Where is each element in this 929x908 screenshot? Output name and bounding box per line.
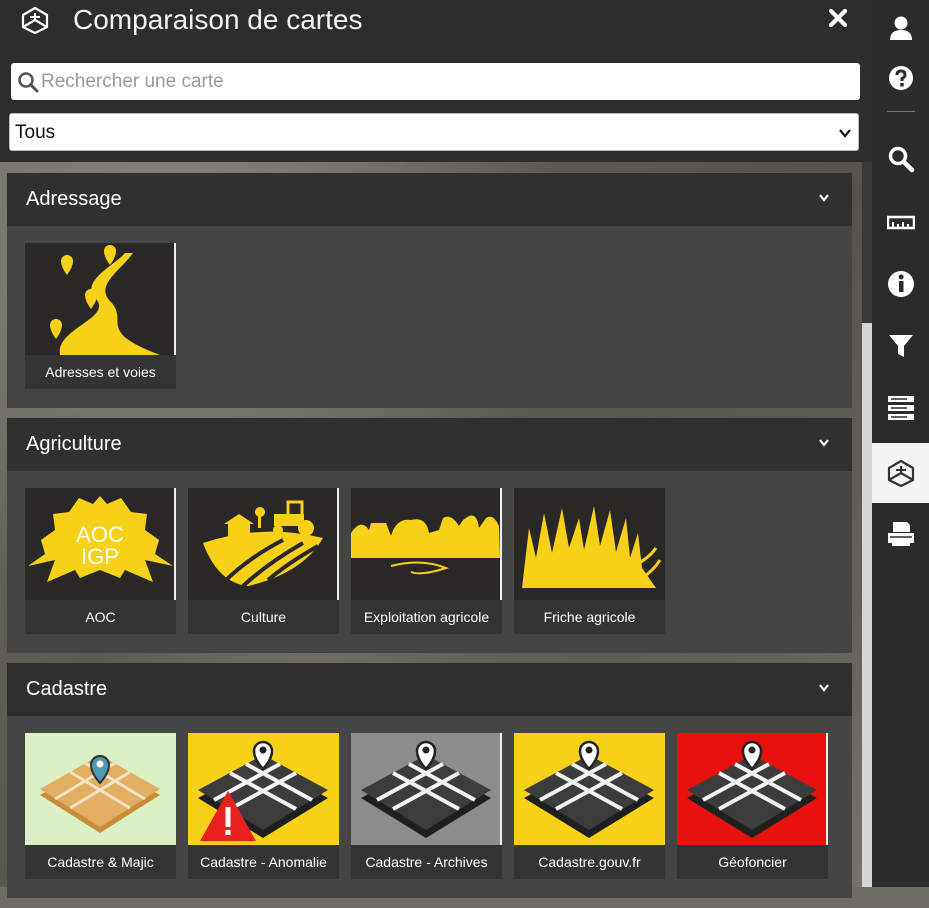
igp-text: IGP xyxy=(81,544,119,569)
map-thumbnail xyxy=(514,733,665,845)
category-name: Cadastre xyxy=(26,678,108,700)
category-header[interactable]: Adressage xyxy=(7,173,852,226)
map-card[interactable]: Adresses et voies xyxy=(25,243,176,389)
layers-list-icon xyxy=(888,396,914,420)
category-filter-value: Tous xyxy=(15,122,56,143)
category-body: AOC IGP AOC Culture Exploitation agricol… xyxy=(7,471,852,653)
map-thumbnail xyxy=(188,488,339,600)
map-card[interactable]: AOC IGP AOC xyxy=(25,488,176,634)
map-thumbnail xyxy=(351,488,502,600)
map-card-label: Adresses et voies xyxy=(25,355,176,389)
category-body: Cadastre & Majic Cadastre - Anomalie Cad… xyxy=(7,716,852,898)
map-thumbnail xyxy=(25,733,176,845)
toolbar-layers-button[interactable] xyxy=(872,380,929,436)
map-thumbnail: AOC IGP xyxy=(25,488,176,600)
search-icon xyxy=(18,72,39,93)
map-card-label: Cadastre & Majic xyxy=(25,845,176,879)
map-card-label: Géofoncier xyxy=(677,845,828,879)
category-name: Adressage xyxy=(26,188,122,210)
search-box xyxy=(11,63,860,100)
map-thumbnail xyxy=(677,733,828,845)
map-card-label: Friche agricole xyxy=(514,600,665,634)
scrollbar-thumb[interactable] xyxy=(862,323,872,887)
map-card-label: Cadastre - Archives xyxy=(351,845,502,879)
map-compare-icon xyxy=(21,6,49,35)
toolbar-compare-button[interactable] xyxy=(872,443,929,503)
chevron-down-icon xyxy=(839,129,851,138)
toolbar-measure-button[interactable] xyxy=(872,194,929,250)
panel-header: Comparaison de cartes xyxy=(0,0,872,50)
search-input[interactable] xyxy=(41,63,851,100)
help-icon xyxy=(889,66,913,90)
close-icon[interactable] xyxy=(824,4,852,32)
map-card[interactable]: Cadastre - Archives xyxy=(351,733,502,879)
info-icon xyxy=(888,271,914,297)
chevron-down-icon xyxy=(819,194,829,202)
map-card[interactable]: Cadastre.gouv.fr xyxy=(514,733,665,879)
toolbar-help-button[interactable] xyxy=(872,50,929,106)
map-card-label: AOC xyxy=(25,600,176,634)
map-compare-panel: Comparaison de cartes Tous Adressage xyxy=(0,0,872,898)
map-thumbnail xyxy=(351,733,502,845)
toolbar-search-button[interactable] xyxy=(872,131,929,187)
map-thumbnail xyxy=(514,488,665,600)
toolbar-separator xyxy=(887,111,915,112)
map-card-label: Cadastre - Anomalie xyxy=(188,845,339,879)
category-list: Adressage Adresses et voies Agriculture … xyxy=(7,173,852,908)
chevron-down-icon xyxy=(819,684,829,692)
chevron-down-icon xyxy=(819,439,829,447)
toolbar-filter-button[interactable] xyxy=(872,318,929,374)
map-card[interactable]: Friche agricole xyxy=(514,488,665,634)
map-card[interactable]: Culture xyxy=(188,488,339,634)
category-body: Adresses et voies xyxy=(7,226,852,408)
toolbar-user-button[interactable] xyxy=(872,0,929,56)
user-icon xyxy=(890,16,912,40)
category-cadastre: Cadastre Cadastre & Majic Cadastre - Ano… xyxy=(7,663,852,898)
toolbar-info-button[interactable] xyxy=(872,256,929,312)
print-icon xyxy=(888,522,914,546)
map-card[interactable]: Cadastre - Anomalie xyxy=(188,733,339,879)
map-compare-icon xyxy=(887,459,915,487)
ruler-icon xyxy=(887,215,915,230)
category-filter-select[interactable]: Tous xyxy=(9,113,859,151)
search-icon xyxy=(888,146,915,173)
panel-title: Comparaison de cartes xyxy=(73,4,363,35)
map-card-label: Cadastre.gouv.fr xyxy=(514,845,665,879)
toolbar-print-button[interactable] xyxy=(872,506,929,562)
map-card-label: Culture xyxy=(188,600,339,634)
category-name: Agriculture xyxy=(26,433,122,455)
map-card-label: Exploitation agricole xyxy=(351,600,502,634)
filter-icon xyxy=(889,335,913,357)
map-thumbnail xyxy=(25,243,176,355)
category-agriculture: Agriculture AOC IGP AOC Culture Exploita… xyxy=(7,418,852,653)
map-card[interactable]: Exploitation agricole xyxy=(351,488,502,634)
map-card[interactable]: Géofoncier xyxy=(677,733,828,879)
search-section: Tous xyxy=(0,50,872,162)
category-header[interactable]: Agriculture xyxy=(7,418,852,471)
category-header[interactable]: Cadastre xyxy=(7,663,852,716)
right-toolbar xyxy=(872,0,929,887)
map-card[interactable]: Cadastre & Majic xyxy=(25,733,176,879)
map-thumbnail xyxy=(188,733,339,845)
category-adressage: Adressage Adresses et voies xyxy=(7,173,852,408)
